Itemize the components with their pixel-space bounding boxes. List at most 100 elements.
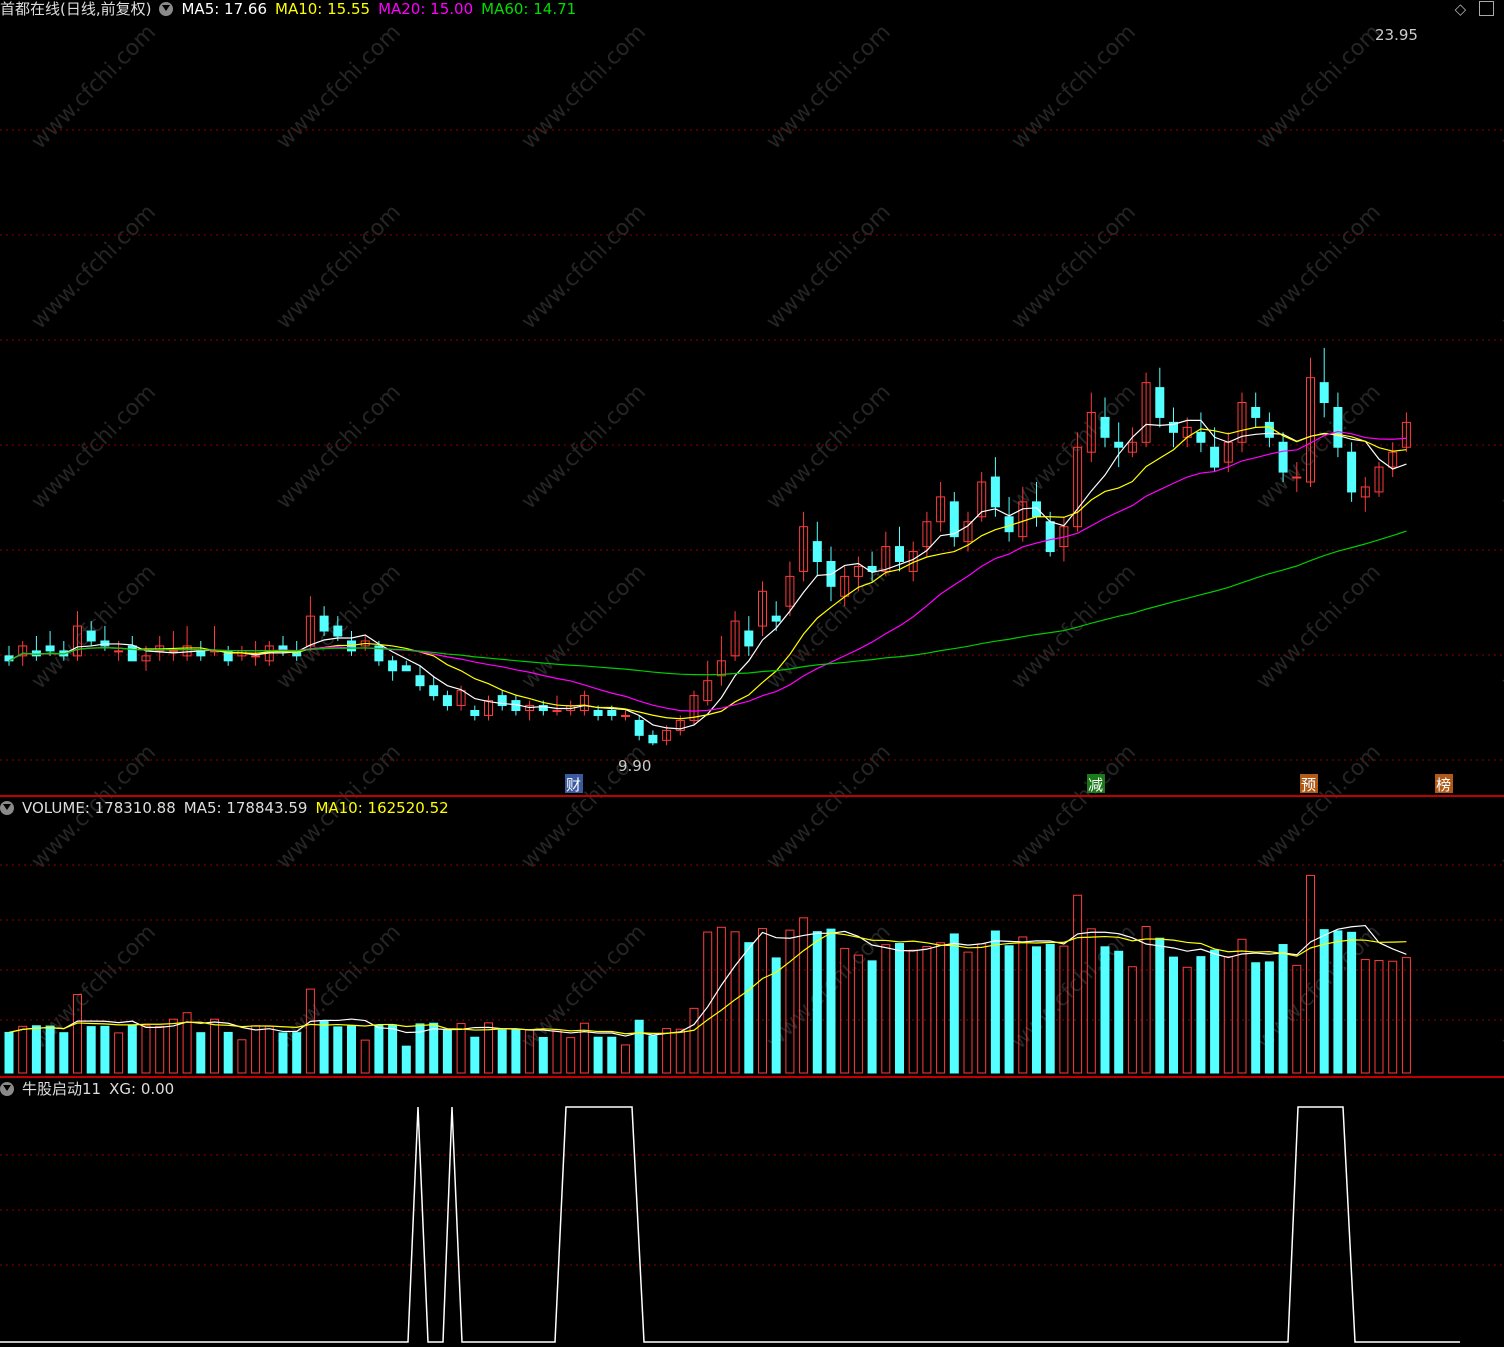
watermark-text: www.cfchi.com	[1252, 560, 1386, 694]
candle	[86, 630, 96, 642]
volume-bar	[744, 942, 754, 1074]
indicator-name: 牛股启动11	[22, 1080, 102, 1098]
ma10-value: MA10: 15.55	[275, 0, 371, 18]
volume-bar	[278, 1032, 288, 1074]
candle	[990, 476, 1000, 508]
event-marker-label: 预	[1301, 776, 1316, 794]
volume-header: VOLUME: 178310.88 MA5: 178843.59 MA10: 162…	[0, 798, 457, 818]
candle	[401, 665, 411, 672]
candle	[1333, 406, 1343, 448]
volume-bar	[990, 930, 1000, 1074]
volume-bar	[388, 1024, 398, 1074]
volume-bar	[237, 1039, 247, 1074]
watermark-text: www.cfchi.com	[517, 20, 651, 154]
dropdown-icon[interactable]	[0, 1082, 14, 1096]
volume-value: VOLUME: 178310.88	[22, 799, 176, 817]
candle	[429, 685, 439, 697]
volume-bar	[1223, 956, 1233, 1074]
watermark-text: www.cfchi.com	[1497, 20, 1504, 154]
volume-bar	[1333, 930, 1343, 1074]
volume-bar	[141, 1025, 151, 1074]
volume-bar	[347, 1025, 356, 1074]
volume-bar	[251, 1025, 261, 1074]
dropdown-icon[interactable]	[0, 801, 14, 815]
volume-bar	[895, 943, 904, 1074]
volume-bar	[456, 1023, 466, 1074]
volume-bar	[45, 1025, 55, 1074]
volume-bar	[1141, 925, 1151, 1074]
volume-bar	[963, 951, 973, 1074]
candle	[771, 615, 781, 622]
candle	[1045, 521, 1055, 553]
volume-bar	[566, 1037, 576, 1074]
watermark-text: www.cfchi.com	[27, 20, 161, 154]
volume-bar	[648, 1035, 658, 1074]
dropdown-icon[interactable]	[159, 2, 174, 16]
volume-bar	[18, 1025, 28, 1074]
candle	[634, 719, 644, 736]
watermark-text: www.cfchi.com	[1007, 560, 1141, 694]
volume-bar	[1347, 931, 1357, 1074]
volume-bar	[593, 1036, 603, 1074]
volume-bar	[264, 1025, 274, 1074]
candle	[442, 695, 452, 707]
candle	[1319, 382, 1329, 404]
watermark-text: www.cfchi.com	[272, 380, 406, 514]
volume-bar	[1388, 960, 1398, 1074]
volume-bar	[1278, 944, 1288, 1074]
volume-bar	[196, 1032, 206, 1074]
volume-bar	[31, 1025, 41, 1074]
watermark-text: www.cfchi.com	[762, 20, 896, 154]
volume-bar	[86, 1026, 96, 1074]
candle	[1114, 441, 1124, 448]
candle	[127, 645, 137, 662]
volume-bar	[908, 949, 918, 1074]
volume-bar	[429, 1022, 439, 1074]
candle	[415, 675, 425, 687]
watermark-text: www.cfchi.com	[272, 200, 406, 334]
candle	[1032, 501, 1041, 518]
volume-bar	[59, 1032, 69, 1074]
volume-bar	[538, 1036, 548, 1074]
watermark-text: www.cfchi.com	[1007, 20, 1141, 154]
candle	[648, 734, 658, 744]
minimize-icon[interactable]	[1479, 1, 1494, 16]
volume-bar	[977, 943, 987, 1074]
volume-bar	[552, 1029, 562, 1074]
volume-bar	[333, 1026, 343, 1074]
diamond-icon[interactable]: ◇	[1455, 0, 1467, 18]
ma60-line	[8, 530, 1407, 676]
candle	[607, 710, 617, 716]
volume-bar	[401, 1045, 411, 1074]
volume-bar	[4, 1031, 14, 1074]
watermark-layer: www.cfchi.com www.cfchi.com www.cfchi.com w…	[27, 20, 1504, 1054]
window-controls: ◇	[1455, 0, 1494, 18]
candlestick-chart[interactable]: www.cfchi.com www.cfchi.com www.cfchi.com w…	[0, 0, 1504, 1347]
volume-bar	[1374, 960, 1384, 1074]
stock-title: 首都在线(日线,前复权)	[0, 0, 152, 18]
watermark-text: www.cfchi.com	[1497, 560, 1504, 694]
volume-bar	[292, 1032, 302, 1074]
volume-bar	[1401, 957, 1411, 1074]
volume-bar	[1032, 946, 1041, 1074]
watermark-text: www.cfchi.com	[1497, 920, 1504, 1054]
ma60-value: MA60: 14.71	[481, 0, 577, 18]
candle	[895, 546, 904, 562]
candle	[1264, 421, 1274, 438]
candle	[812, 541, 822, 562]
volume-bar	[826, 928, 836, 1074]
candle	[1251, 406, 1261, 418]
volume-bar	[1319, 929, 1329, 1074]
volume-bar	[1196, 956, 1206, 1074]
watermark-text: www.cfchi.com	[762, 200, 896, 334]
volume-bar	[1237, 938, 1247, 1074]
volume-bar	[319, 1020, 329, 1074]
volume-bar	[1360, 959, 1370, 1074]
volume-bar	[1045, 943, 1055, 1074]
volume-bar	[210, 1018, 219, 1074]
volume-bar	[634, 1019, 644, 1074]
watermark-text: www.cfchi.com	[1252, 200, 1386, 334]
volume-bar	[127, 1024, 137, 1074]
candle	[1278, 441, 1288, 473]
volume-bar	[497, 1029, 507, 1074]
